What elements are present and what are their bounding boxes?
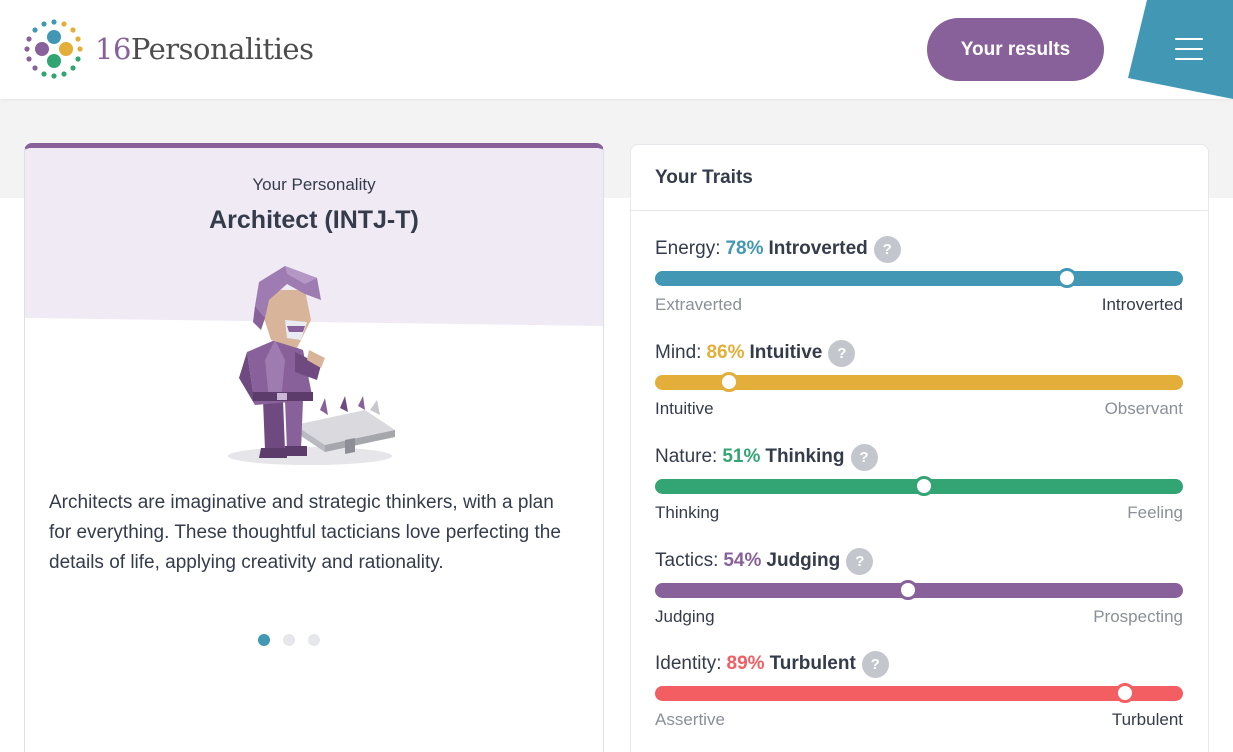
trait-percent: 89% xyxy=(726,653,765,674)
trait-category: Mind: xyxy=(655,342,702,363)
carousel-dot-3[interactable] xyxy=(308,634,320,646)
top-navigation-bar: 16Personalities Your results xyxy=(0,0,1233,99)
trait-name: Thinking xyxy=(765,446,845,467)
site-logo[interactable]: 16Personalities xyxy=(23,18,314,80)
trait-percent: 54% xyxy=(723,550,762,571)
hamburger-icon[interactable] xyxy=(1175,38,1203,60)
trait-slider-knob[interactable] xyxy=(914,476,935,496)
trait-category: Energy: xyxy=(655,238,721,259)
trait-bar xyxy=(655,580,1183,600)
trait-slider-knob[interactable] xyxy=(718,372,739,392)
trait-left-pole: Judging xyxy=(655,607,715,626)
trait-title: Energy: 78% Introverted ? xyxy=(655,235,1183,263)
trait-intuitive: Mind: 86% Intuitive ? Intuitive Observan… xyxy=(655,339,1183,429)
traits-card: Your Traits Energy: 78% Introverted ? Ex… xyxy=(630,144,1209,752)
trait-title: Tactics: 54% Judging ? xyxy=(655,547,1183,575)
trait-category: Nature: xyxy=(655,446,718,467)
trait-judging: Tactics: 54% Judging ? Judging Prospecti… xyxy=(655,547,1183,637)
trait-poles: Assertive Turbulent xyxy=(655,710,1183,730)
trait-slider-knob[interactable] xyxy=(1056,268,1077,288)
trait-left-pole: Thinking xyxy=(655,503,720,522)
trait-slider-knob[interactable] xyxy=(1114,683,1135,703)
personality-label: Your Personality xyxy=(252,175,376,194)
trait-category: Identity: xyxy=(655,653,722,674)
personality-description: Architects are imaginative and strategic… xyxy=(49,492,561,573)
personality-type: Architect (INTJ-T) xyxy=(209,206,419,234)
trait-bar xyxy=(655,683,1183,703)
trait-title: Identity: 89% Turbulent ? xyxy=(655,650,1183,678)
trait-name: Intuitive xyxy=(749,342,823,363)
trait-percent: 86% xyxy=(706,342,745,363)
trait-poles: Judging Prospecting xyxy=(655,607,1183,627)
help-icon[interactable]: ? xyxy=(846,547,874,575)
trait-poles: Extraverted Introverted xyxy=(655,295,1183,315)
trait-name: Introverted xyxy=(768,238,868,259)
trait-bar xyxy=(655,372,1183,392)
architect-illustration xyxy=(228,266,395,465)
trait-left-pole: Extraverted xyxy=(655,295,742,314)
trait-right-pole: Feeling xyxy=(1127,503,1183,522)
traits-heading: Your Traits xyxy=(631,145,1208,211)
trait-name: Turbulent xyxy=(769,653,856,674)
trait-percent: 51% xyxy=(722,446,761,467)
trait-turbulent: Identity: 89% Turbulent ? Assertive Turb… xyxy=(655,650,1183,740)
trait-slider-knob[interactable] xyxy=(898,580,919,600)
carousel-dot-1[interactable] xyxy=(258,634,270,646)
personality-card: Your Personality Architect (INTJ-T) Arch… xyxy=(24,143,604,752)
trait-bar xyxy=(655,268,1183,288)
trait-bar xyxy=(655,476,1183,496)
logo-text: 16Personalities xyxy=(95,32,314,66)
your-results-button[interactable]: Your results xyxy=(927,18,1104,81)
help-icon[interactable]: ? xyxy=(828,339,856,367)
trait-poles: Intuitive Observant xyxy=(655,399,1183,419)
trait-introverted: Energy: 78% Introverted ? Extraverted In… xyxy=(655,235,1183,325)
carousel-dot-2[interactable] xyxy=(283,634,295,646)
trait-poles: Thinking Feeling xyxy=(655,503,1183,523)
trait-percent: 78% xyxy=(725,238,764,259)
help-icon[interactable]: ? xyxy=(873,235,901,263)
help-icon[interactable]: ? xyxy=(861,650,889,678)
trait-title: Mind: 86% Intuitive ? xyxy=(655,339,1183,367)
trait-right-pole: Turbulent xyxy=(1111,710,1183,729)
help-icon[interactable]: ? xyxy=(850,443,878,471)
trait-left-pole: Assertive xyxy=(655,710,725,729)
carousel-dots xyxy=(25,634,603,646)
trait-left-pole: Intuitive xyxy=(655,399,714,418)
trait-right-pole: Observant xyxy=(1104,399,1183,418)
trait-name: Judging xyxy=(766,550,841,571)
trait-right-pole: Prospecting xyxy=(1093,607,1183,626)
logo-dots-icon xyxy=(24,19,83,79)
trait-right-pole: Introverted xyxy=(1101,295,1183,314)
trait-category: Tactics: xyxy=(655,550,719,571)
trait-thinking: Nature: 51% Thinking ? Thinking Feeling xyxy=(655,443,1183,533)
trait-title: Nature: 51% Thinking ? xyxy=(655,443,1183,471)
